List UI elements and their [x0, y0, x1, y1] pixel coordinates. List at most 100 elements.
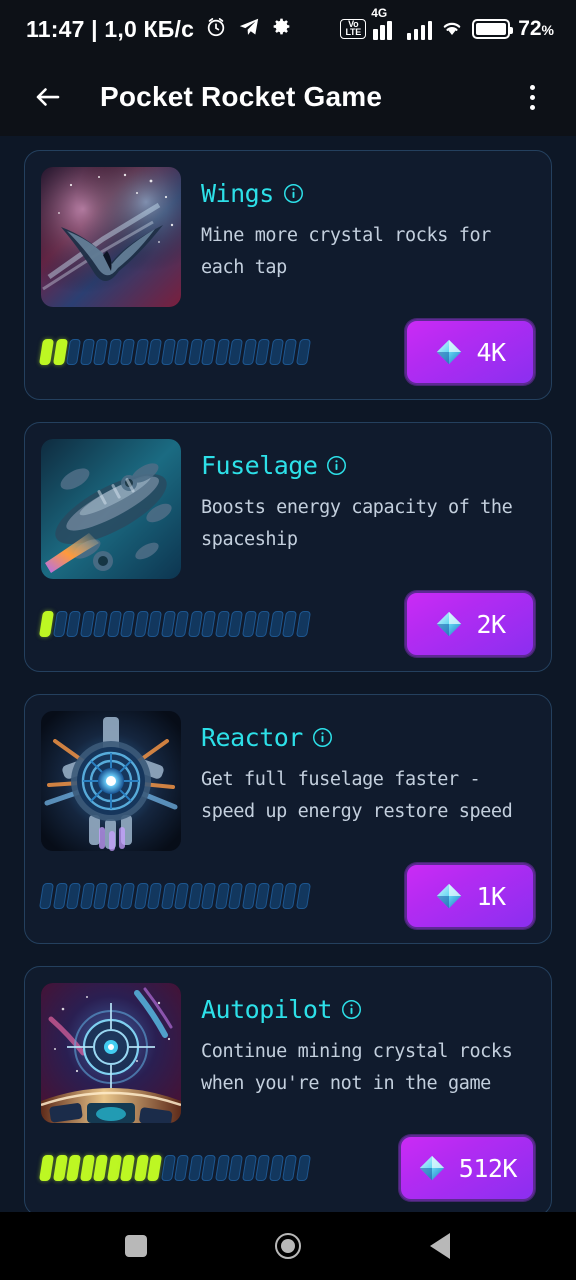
level-segment: [133, 883, 149, 909]
upgrade-card-wings[interactable]: Wings Mine more crystal rocks for each t…: [24, 150, 552, 400]
back-arrow-icon[interactable]: [26, 75, 70, 119]
level-segment: [119, 339, 136, 365]
upgrade-price: 2K: [476, 609, 506, 639]
level-segment: [65, 1155, 82, 1181]
level-segment: [106, 1155, 122, 1181]
card-bottom: 1K: [38, 863, 535, 929]
upgrade-price: 4K: [476, 337, 506, 367]
status-bar-left: 11:47 | 1,0 КБ/с: [26, 16, 292, 43]
level-segment: [119, 1155, 136, 1181]
spaceship-fuselage-thumbnail: [41, 439, 181, 579]
level-segment: [173, 883, 190, 909]
card-bottom: 4K: [38, 319, 535, 385]
level-segment: [38, 883, 55, 909]
home-circle-icon[interactable]: [253, 1212, 323, 1280]
level-segment: [214, 339, 230, 365]
battery-percent: 72%: [518, 17, 554, 40]
status-bar: 11:47 | 1,0 КБ/с Vo LTE 4G 72%: [0, 0, 576, 58]
level-segment: [254, 611, 271, 637]
level-segment: [146, 1155, 163, 1181]
info-icon[interactable]: [341, 999, 362, 1020]
crystal-gem-icon: [434, 609, 464, 639]
level-segment: [65, 611, 82, 637]
recents-square-icon[interactable]: [101, 1212, 171, 1280]
buy-button[interactable]: 512K: [398, 1135, 535, 1201]
card-title-row: Fuselage: [201, 451, 535, 480]
buy-button[interactable]: 1K: [405, 863, 535, 929]
level-segment: [106, 611, 122, 637]
info-icon[interactable]: [326, 455, 347, 476]
crystal-gem-icon: [434, 881, 464, 911]
upgrade-card-fuselage[interactable]: Fuselage Boosts energy capacity of the s…: [24, 422, 552, 672]
upgrade-description: Mine more crystal rocks for each tap: [201, 225, 491, 278]
level-segment: [295, 883, 311, 909]
level-segment: [241, 339, 257, 365]
card-text: Reactor Get full fuselage faster - speed…: [201, 711, 535, 851]
level-segment: [227, 1155, 244, 1181]
level-segment: [295, 1155, 311, 1181]
level-segment: [106, 883, 122, 909]
autopilot-cockpit-thumbnail: [41, 983, 181, 1123]
level-segment: [227, 883, 244, 909]
level-segment: [200, 883, 217, 909]
level-segment: [52, 611, 68, 637]
level-segment: [295, 339, 311, 365]
level-segment: [281, 339, 298, 365]
wifi-icon: [439, 16, 465, 43]
card-top: Reactor Get full fuselage faster - speed…: [41, 711, 535, 851]
level-segment: [160, 1155, 176, 1181]
volte-icon: Vo LTE: [340, 19, 367, 39]
upgrade-level-bar: [38, 339, 405, 365]
level-segment: [241, 611, 257, 637]
level-segment: [254, 1155, 271, 1181]
overflow-menu-icon[interactable]: [512, 75, 552, 119]
status-bar-right: Vo LTE 4G 72%: [340, 6, 554, 43]
upgrade-level-bar: [38, 1155, 399, 1181]
level-segment: [92, 883, 109, 909]
level-segment: [160, 883, 176, 909]
info-icon[interactable]: [312, 727, 333, 748]
level-segment: [254, 339, 271, 365]
level-segment: [200, 339, 217, 365]
info-icon[interactable]: [283, 183, 304, 204]
upgrade-name: Autopilot: [201, 995, 332, 1024]
level-segment: [214, 1155, 230, 1181]
level-segment: [79, 339, 95, 365]
level-segment: [173, 611, 190, 637]
level-segment: [79, 883, 95, 909]
crystal-gem-icon: [417, 1153, 447, 1183]
level-segment: [65, 339, 82, 365]
card-top: Wings Mine more crystal rocks for each t…: [41, 167, 535, 307]
level-segment: [52, 883, 68, 909]
buy-button[interactable]: 4K: [405, 319, 535, 385]
level-segment: [200, 611, 217, 637]
level-segment: [200, 1155, 217, 1181]
card-bottom: 512K: [38, 1135, 535, 1201]
level-segment: [254, 883, 271, 909]
level-segment: [160, 611, 176, 637]
upgrade-card-autopilot[interactable]: Autopilot Continue mining crystal rocks …: [24, 966, 552, 1212]
battery-icon: [472, 19, 514, 39]
card-text: Wings Mine more crystal rocks for each t…: [201, 167, 535, 307]
level-segment: [227, 339, 244, 365]
upgrade-card-reactor[interactable]: Reactor Get full fuselage faster - speed…: [24, 694, 552, 944]
level-segment: [160, 339, 176, 365]
system-nav-bar: [0, 1212, 576, 1280]
level-segment: [241, 1155, 257, 1181]
level-segment: [146, 611, 163, 637]
level-segment: [187, 611, 203, 637]
level-segment: [173, 339, 190, 365]
card-top: Fuselage Boosts energy capacity of the s…: [41, 439, 535, 579]
upgrade-description: Get full fuselage faster - speed up ener…: [201, 769, 513, 822]
level-segment: [146, 339, 163, 365]
back-triangle-icon[interactable]: [405, 1212, 475, 1280]
reactor-core-thumbnail: [41, 711, 181, 851]
signal-bars-sim1-icon: 4G: [371, 6, 399, 40]
level-segment: [187, 1155, 203, 1181]
upgrade-list: Wings Mine more crystal rocks for each t…: [0, 136, 576, 1212]
app-bar: Pocket Rocket Game: [0, 58, 576, 136]
level-segment: [92, 611, 109, 637]
buy-button[interactable]: 2K: [405, 591, 535, 657]
level-segment: [227, 611, 244, 637]
telegram-icon: [238, 16, 260, 43]
